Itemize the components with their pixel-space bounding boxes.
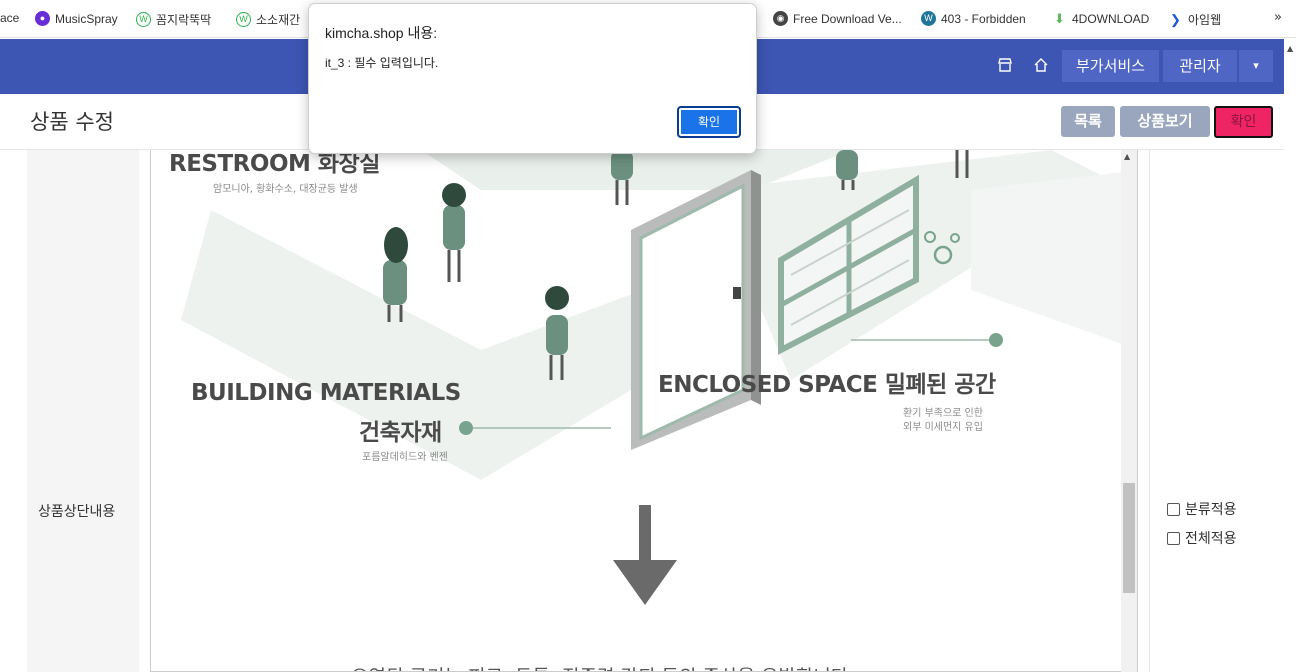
bookmark-musicspray[interactable]: ● MusicSpray xyxy=(35,11,118,26)
apply-all-label: 전체적용 xyxy=(1185,531,1237,547)
list-button[interactable]: 목록 xyxy=(1061,106,1115,137)
bookmark-label: 꼼지락뚝딱 xyxy=(156,13,212,27)
view-product-button[interactable]: 상품보기 xyxy=(1120,106,1210,137)
bookmark-label: 아임웹 xyxy=(1188,13,1222,27)
label-column: 상품상단내용 xyxy=(27,150,139,672)
product-form: 상품상단내용 RESTROOM 화장실 암모니아, 황화수소, 대장균등 발생 … xyxy=(0,150,1284,672)
bookmark-label: ace xyxy=(0,11,20,25)
building-heading-kr: 건축자재 xyxy=(359,420,442,446)
apply-options-column: 분류적용 전체적용 xyxy=(1149,150,1284,672)
musicspray-icon: ● xyxy=(35,11,50,26)
enclosed-caption-1: 환기 부족으로 인한 xyxy=(903,408,983,419)
page-title: 상품 수정 xyxy=(30,110,114,134)
bookmark-free-download[interactable]: ◉ Free Download Ve... xyxy=(773,11,902,26)
illustration-image xyxy=(181,150,1137,605)
bookmark-sosojaegan[interactable]: W 소소재간 xyxy=(236,11,300,28)
apply-all-option[interactable]: 전체적용 xyxy=(1167,528,1237,548)
enclosed-heading: ENCLOSED SPACE 밀폐된 공간 xyxy=(658,372,996,398)
alert-dialog: kimcha.shop 내용: it_3 : 필수 입력입니다. 확인 xyxy=(308,3,757,154)
confirm-button[interactable]: 확인 xyxy=(1214,106,1273,138)
building-heading: BUILDING MATERIALS xyxy=(191,380,461,406)
bookmark-label: 4DOWNLOAD xyxy=(1072,11,1150,26)
page-scroll-up-icon[interactable]: ▲ xyxy=(1287,44,1293,53)
bookmark-label: Free Download Ve... xyxy=(793,11,902,26)
dialog-title: kimcha.shop 내용: xyxy=(325,25,438,41)
dialog-ok-button[interactable]: 확인 xyxy=(677,106,741,138)
restroom-caption: 암모니아, 황화수소, 대장균등 발생 xyxy=(213,184,358,195)
globe-icon: ◉ xyxy=(773,11,788,26)
scroll-up-arrow-icon[interactable]: ▲ xyxy=(1124,152,1130,161)
product-top-content-label: 상품상단내용 xyxy=(38,504,116,520)
bookmark-4download[interactable]: ⬇ 4DOWNLOAD xyxy=(1052,11,1149,26)
editor-scrollbar[interactable] xyxy=(1121,150,1137,672)
bookmark-label: 소소재간 xyxy=(256,13,301,27)
bookmark-label: 403 - Forbidden xyxy=(941,11,1026,26)
admin-button[interactable]: 관리자 xyxy=(1163,50,1237,82)
editor-scrollbar-thumb[interactable] xyxy=(1123,483,1135,593)
enclosed-caption-2: 외부 미세먼지 유입 xyxy=(903,422,983,433)
addon-service-button[interactable]: 부가서비스 xyxy=(1062,50,1159,82)
apply-all-checkbox[interactable] xyxy=(1167,531,1180,545)
bookmark-imweb[interactable]: ❯ 아임웹 xyxy=(1168,11,1221,28)
content-editor[interactable]: RESTROOM 화장실 암모니아, 황화수소, 대장균등 발생 BUILDIN… xyxy=(150,150,1138,672)
restroom-heading: RESTROOM 화장실 xyxy=(169,151,380,177)
shield-icon: W xyxy=(236,12,251,27)
shield-icon: W xyxy=(136,12,151,27)
apply-category-label: 분류적용 xyxy=(1185,502,1237,518)
building-caption: 포름알데히드와 벤젠 xyxy=(362,452,448,463)
page-scrollbar[interactable] xyxy=(1284,38,1296,672)
dialog-message: it_3 : 필수 입력입니다. xyxy=(325,56,439,70)
home-icon[interactable] xyxy=(1032,57,1050,75)
download-arrow-icon: ⬇ xyxy=(1052,11,1067,26)
imweb-icon: ❯ xyxy=(1168,12,1183,27)
admin-dropdown-button[interactable]: ▾ xyxy=(1239,50,1273,82)
apply-category-option[interactable]: 분류적용 xyxy=(1167,499,1237,519)
bottom-description: 오염된 공기는 피로, 두통, 집중력 감퇴 등의 증상을 유발합니다. xyxy=(351,662,854,671)
shop-icon[interactable] xyxy=(996,57,1014,75)
bookmark-item[interactable]: ace xyxy=(0,11,19,25)
bookmark-kkomjirak[interactable]: W 꼼지락뚝딱 xyxy=(136,11,211,28)
apply-category-checkbox[interactable] xyxy=(1167,502,1180,516)
bookmark-label: MusicSpray xyxy=(55,11,118,26)
bookmarks-more-button[interactable]: » xyxy=(1274,10,1282,25)
bookmark-403[interactable]: W 403 - Forbidden xyxy=(921,11,1026,26)
wordpress-icon: W xyxy=(921,11,936,26)
